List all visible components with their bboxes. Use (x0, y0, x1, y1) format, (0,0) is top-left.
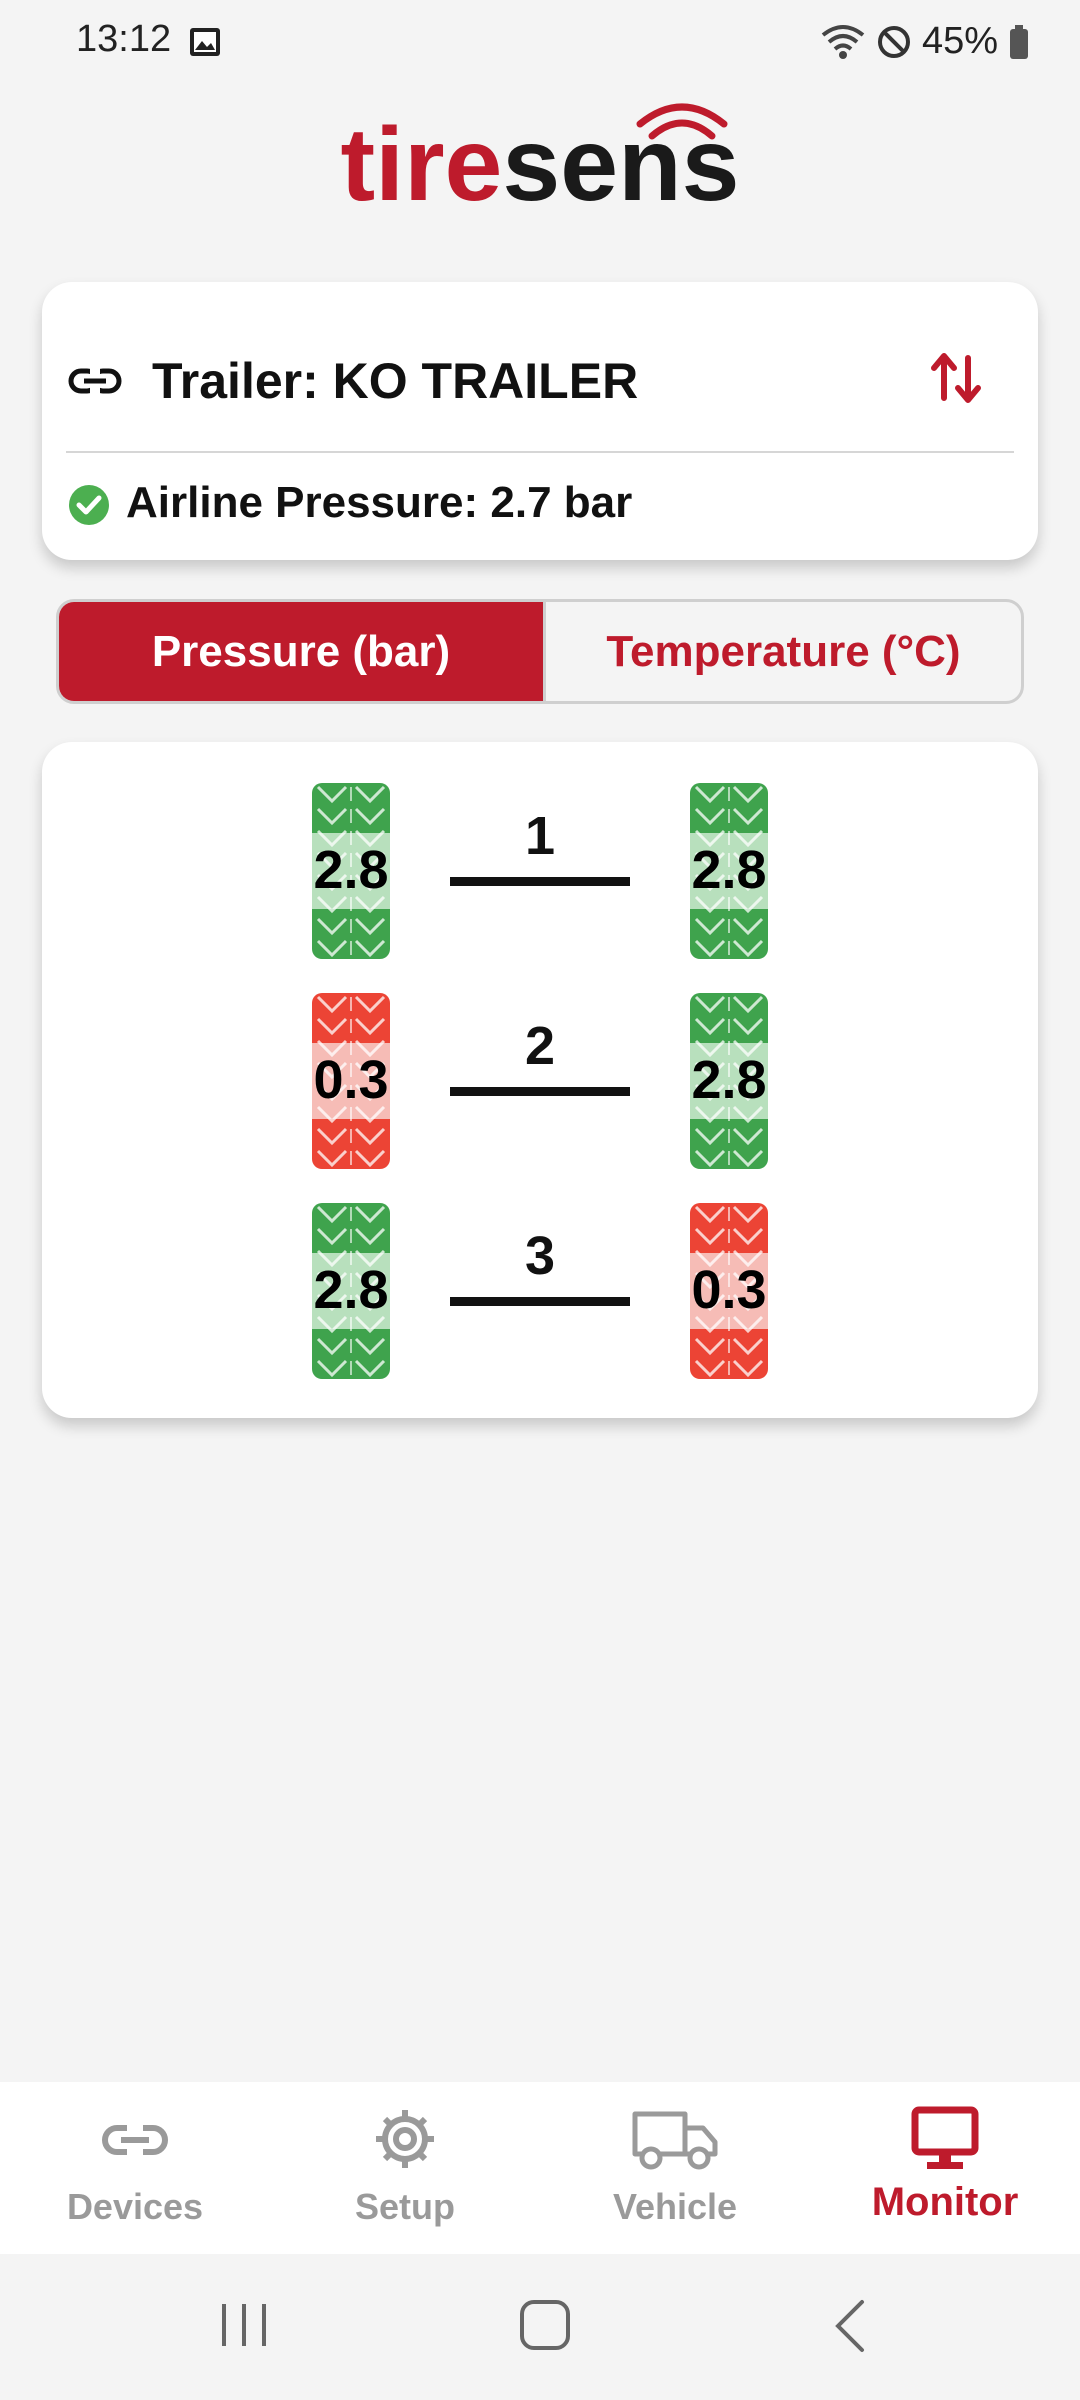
home-icon[interactable] (518, 2298, 572, 2352)
nav-monitor[interactable]: Monitor (810, 2082, 1080, 2254)
axle-line (450, 877, 630, 886)
battery-percent: 45% (921, 20, 998, 62)
axle-row-1: 2.8 1 2.8 (42, 783, 1038, 959)
logo-suffix: sens (502, 107, 739, 220)
tire-axle1-left[interactable]: 2.8 (312, 783, 390, 959)
axle-number: 3 (524, 1226, 556, 1286)
axle-row-2: 0.3 2 2.8 (42, 993, 1038, 1169)
swap-trailer-button[interactable] (924, 346, 988, 410)
recent-apps-icon[interactable] (216, 2300, 272, 2350)
link-icon (68, 368, 122, 394)
airline-pressure: Airline Pressure: 2.7 bar (126, 478, 633, 527)
monitor-icon (911, 2106, 979, 2169)
image-notification-icon (190, 28, 220, 56)
truck-icon (632, 2111, 718, 2170)
axle-line (450, 1087, 630, 1096)
tire-axle1-right[interactable]: 2.8 (690, 783, 768, 959)
nav-label: Setup (354, 2186, 455, 2227)
wifi-icon (821, 24, 865, 59)
do-not-disturb-icon (877, 25, 910, 58)
axle-number: 1 (524, 806, 556, 866)
logo-prefix: tire (341, 107, 503, 220)
tire-pressure-value: 2.8 (313, 840, 389, 900)
status-time: 13:12 (76, 18, 172, 60)
tire-axle2-right[interactable]: 2.8 (690, 993, 768, 1169)
check-circle-icon (69, 485, 109, 525)
card-divider (66, 451, 1014, 453)
status-indicators: 45% (820, 20, 1030, 63)
bottom-navigation: Devices Setup Vehicle Monitor (0, 2082, 1080, 2254)
tiresens-logo: tiresens (341, 103, 740, 220)
svg-text:tiresens: tiresens (341, 107, 740, 220)
nav-devices[interactable]: Devices (0, 2082, 270, 2254)
axle-diagram-card: 2.8 1 2.8 0.3 2 2.8 2.8 3 0.3 (42, 742, 1038, 1418)
tire-pressure-value: 0.3 (313, 1050, 389, 1110)
axle-number: 2 (524, 1016, 556, 1076)
axle-line (450, 1297, 630, 1306)
system-navigation-bar (0, 2254, 1080, 2400)
link-icon (102, 2124, 168, 2156)
tire-pressure-value: 2.8 (691, 840, 767, 900)
battery-icon (1010, 24, 1028, 59)
tire-axle2-left[interactable]: 0.3 (312, 993, 390, 1169)
nav-label: Vehicle (612, 2186, 738, 2227)
tire-pressure-value: 2.8 (691, 1050, 767, 1110)
nav-setup[interactable]: Setup (270, 2082, 540, 2254)
back-icon[interactable] (828, 2298, 872, 2354)
tab-temperature[interactable]: Temperature (°C) (543, 602, 1021, 701)
axle-row-3: 2.8 3 0.3 (42, 1203, 1038, 1379)
tire-axle3-right[interactable]: 0.3 (690, 1203, 768, 1379)
nav-label: Devices (66, 2186, 204, 2227)
nav-label: Monitor (871, 2180, 1019, 2224)
unit-tabs: Pressure (bar) Temperature (°C) (56, 599, 1024, 704)
tire-axle3-left[interactable]: 2.8 (312, 1203, 390, 1379)
tire-pressure-value: 2.8 (313, 1260, 389, 1320)
tab-pressure[interactable]: Pressure (bar) (59, 602, 543, 701)
tire-pressure-value: 0.3 (691, 1260, 767, 1320)
status-bar: 13:12 45% (0, 0, 1080, 86)
nav-vehicle[interactable]: Vehicle (540, 2082, 810, 2254)
gear-icon (376, 2110, 434, 2168)
trailer-title: Trailer: KO TRAILER (152, 353, 639, 409)
trailer-card: Trailer: KO TRAILER Airline Pressure: 2.… (42, 282, 1038, 560)
